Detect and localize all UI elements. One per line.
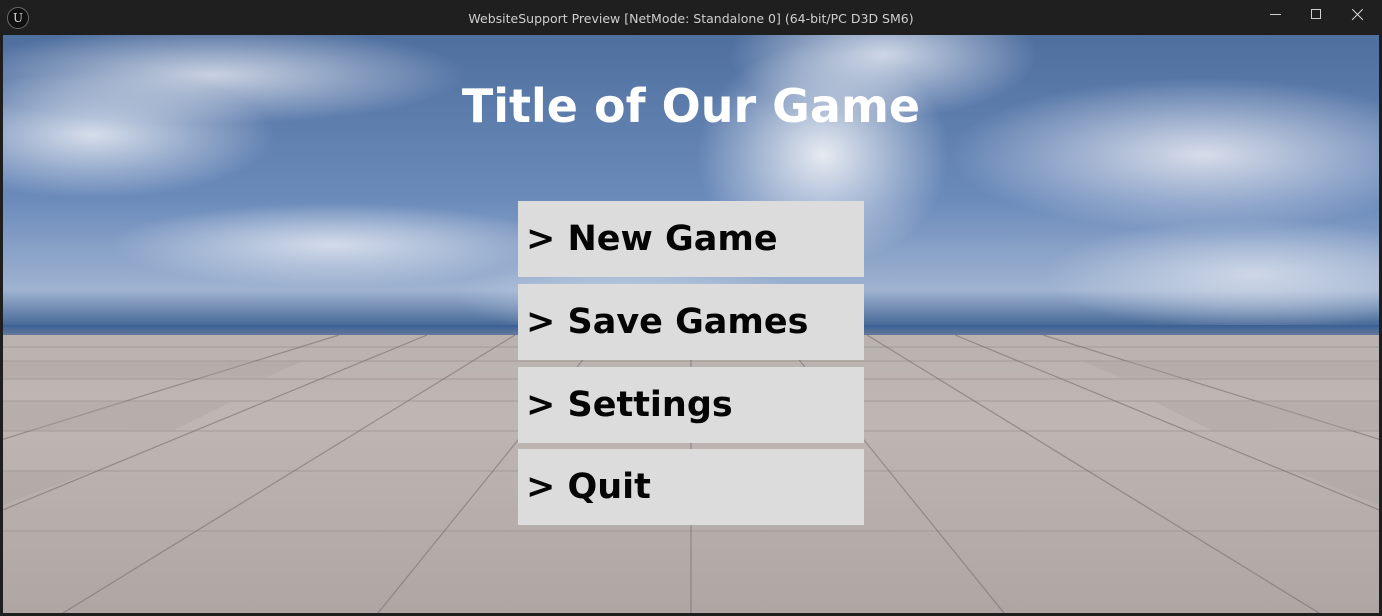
close-button[interactable] <box>1336 0 1380 32</box>
quit-button[interactable]: > Quit <box>518 449 864 525</box>
window-title: WebsiteSupport Preview [NetMode: Standal… <box>468 11 914 26</box>
new-game-button[interactable]: > New Game <box>518 201 864 277</box>
minimize-icon <box>1270 14 1281 15</box>
maximize-button[interactable] <box>1294 0 1338 32</box>
save-games-button[interactable]: > Save Games <box>518 284 864 360</box>
title-bar[interactable]: U WebsiteSupport Preview [NetMode: Stand… <box>0 0 1382 35</box>
close-icon <box>1350 8 1364 22</box>
minimize-button[interactable] <box>1254 0 1298 32</box>
settings-button[interactable]: > Settings <box>518 367 864 443</box>
game-viewport[interactable]: Title of Our Game > New Game > Save Game… <box>3 35 1379 613</box>
game-title: Title of Our Game <box>461 79 921 133</box>
maximize-icon <box>1311 9 1321 19</box>
game-window: U WebsiteSupport Preview [NetMode: Stand… <box>0 0 1382 616</box>
